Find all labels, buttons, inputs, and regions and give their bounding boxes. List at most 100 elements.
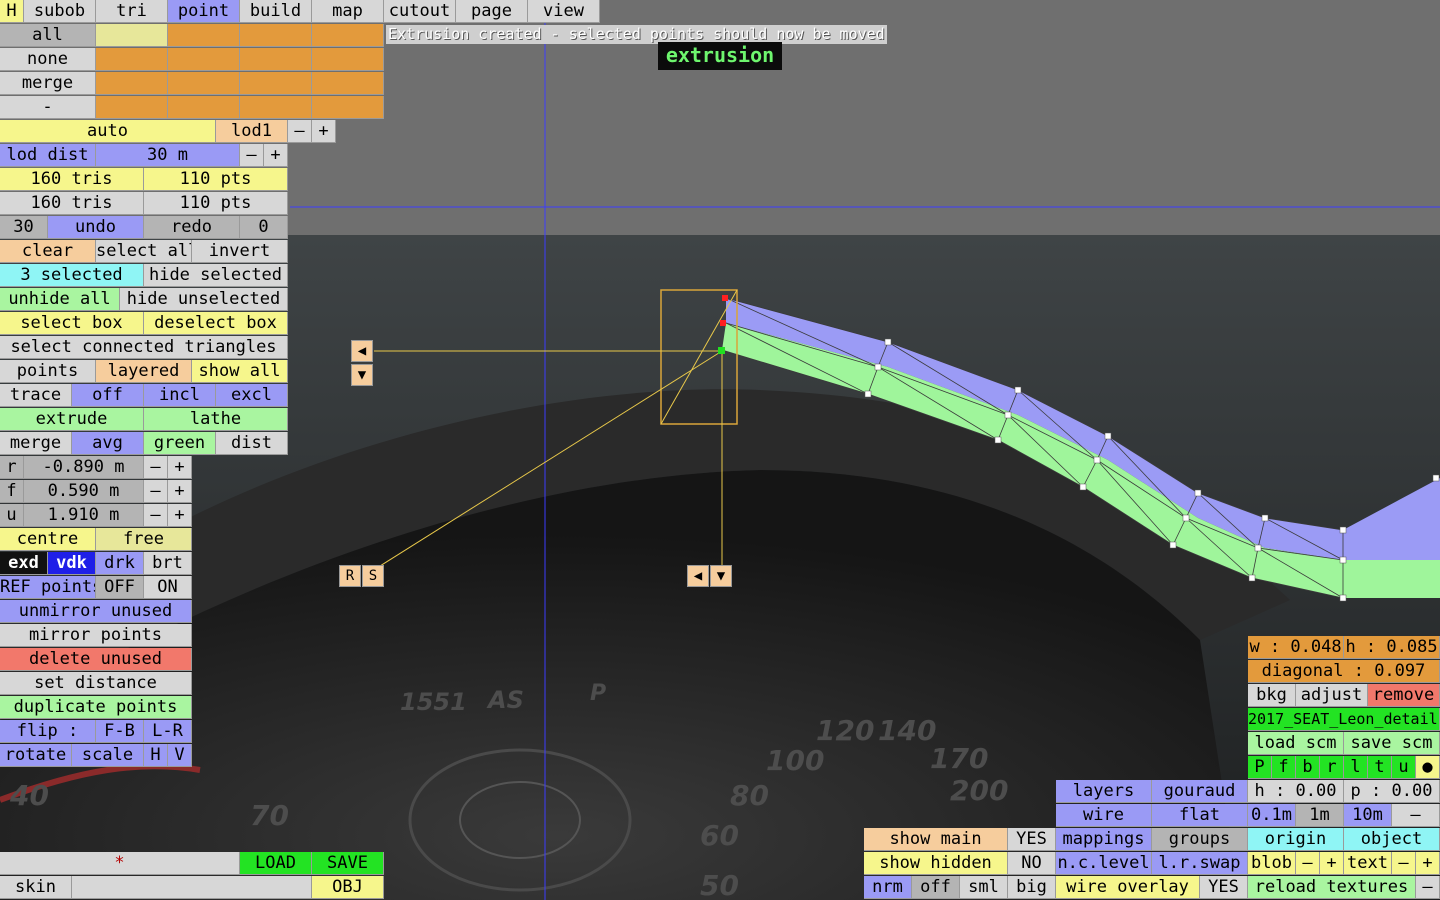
view-u-button[interactable]: u [1392,756,1416,779]
extrude-button[interactable]: extrude [0,408,144,431]
save-button[interactable]: SAVE [312,852,384,875]
swatch[interactable] [312,72,384,95]
axis-u-plus[interactable]: + [168,504,192,527]
axis-f-plus[interactable]: + [168,480,192,503]
swatch[interactable] [168,48,240,71]
lod-dist-value[interactable]: 30 m [96,144,240,167]
scale-h-button[interactable]: H [144,744,168,767]
trace-off-button[interactable]: off [72,384,144,407]
trace-incl-button[interactable]: incl [144,384,216,407]
text-plus[interactable]: + [1416,852,1440,875]
select-none-row[interactable]: none [0,48,96,71]
groups-button[interactable]: groups [1152,828,1248,851]
move-down-handle[interactable]: ▼ [710,565,732,587]
axis-r-plus[interactable]: + [168,456,192,479]
swatch[interactable] [240,48,312,71]
select-connected-button[interactable]: select connected triangles [0,336,288,359]
blob-plus[interactable]: + [1320,852,1344,875]
layered-toggle[interactable]: layered [96,360,192,383]
hide-selected-button[interactable]: hide selected [144,264,288,287]
points-toggle[interactable]: points [0,360,96,383]
merge-green-button[interactable]: green [144,432,216,455]
free-button[interactable]: free [96,528,192,551]
lod-auto-button[interactable]: auto [0,120,216,143]
step-01m-button[interactable]: 0.1m [1248,804,1296,827]
menu-build[interactable]: build [240,0,312,23]
set-distance-button[interactable]: set distance [0,672,192,695]
mappings-button[interactable]: mappings [1056,828,1152,851]
size-off-button[interactable]: off [912,876,960,899]
merge-avg-button[interactable]: avg [72,432,144,455]
size-big-button[interactable]: big [1008,876,1056,899]
mirror-points-button[interactable]: mirror points [0,624,192,647]
scale-v-button[interactable]: V [168,744,192,767]
swatch[interactable] [168,72,240,95]
lathe-button[interactable]: lathe [144,408,288,431]
show-all-toggle[interactable]: show all [192,360,288,383]
menu-map[interactable]: map [312,0,384,23]
save-scm-button[interactable]: save scm [1344,732,1440,755]
view-r-button[interactable]: r [1320,756,1344,779]
obj-button[interactable]: OBJ [312,876,384,899]
merge-button[interactable]: merge [0,432,72,455]
shade-brt-button[interactable]: brt [144,552,192,575]
scale-handle[interactable]: S [362,565,384,587]
adjust-button[interactable]: adjust [1296,684,1368,707]
origin-button[interactable]: origin [1248,828,1344,851]
rotate-handle[interactable]: R [339,565,361,587]
shade-drk-button[interactable]: drk [96,552,144,575]
select-all-row[interactable]: all [0,24,96,47]
view-b-button[interactable]: b [1296,756,1320,779]
swatch[interactable] [96,24,168,47]
load-button[interactable]: LOAD [240,852,312,875]
layers-button[interactable]: layers [1056,780,1152,803]
clear-button[interactable]: clear [0,240,96,263]
gouraud-button[interactable]: gouraud [1152,780,1248,803]
centre-button[interactable]: centre [0,528,96,551]
view-t-button[interactable]: t [1368,756,1392,779]
menu-point[interactable]: point [168,0,240,23]
menu-h[interactable]: H [0,0,24,23]
view-f-button[interactable]: f [1272,756,1296,779]
select-all-button[interactable]: select all [96,240,192,263]
reload-textures-button[interactable]: reload textures [1248,876,1416,899]
nc-level-button[interactable]: n.c.level [1056,852,1152,875]
menu-subob[interactable]: subob [24,0,96,23]
blob-minus[interactable]: – [1296,852,1320,875]
view-dot-button[interactable]: ● [1416,756,1440,779]
scale-button[interactable]: scale [72,744,144,767]
ref-off-button[interactable]: OFF [96,576,144,599]
duplicate-points-button[interactable]: duplicate points [0,696,192,719]
swatch[interactable] [240,24,312,47]
load-scm-button[interactable]: load scm [1248,732,1344,755]
selected-point[interactable] [722,295,728,301]
size-sml-button[interactable]: sml [960,876,1008,899]
axis-u-value[interactable]: 1.910 m [24,504,144,527]
shade-exd-button[interactable]: exd [0,552,48,575]
remove-button[interactable]: remove [1368,684,1440,707]
menu-page[interactable]: page [456,0,528,23]
hide-unselected-button[interactable]: hide unselected [120,288,288,311]
bkg-button[interactable]: bkg [1248,684,1296,707]
step-10m-button[interactable]: 10m [1344,804,1392,827]
view-p-button[interactable]: P [1248,756,1272,779]
size-nrm-button[interactable]: nrm [864,876,912,899]
axis-u-minus[interactable]: – [144,504,168,527]
menu-view[interactable]: view [528,0,600,23]
flat-button[interactable]: flat [1152,804,1248,827]
move-left-handle[interactable]: ◀ [687,565,709,587]
redo-button[interactable]: redo [144,216,240,239]
deselect-box-button[interactable]: deselect box [144,312,288,335]
lr-swap-button[interactable]: l.r.swap [1152,852,1248,875]
skin-field[interactable] [72,876,312,899]
swatch[interactable] [312,24,384,47]
shade-vdk-button[interactable]: vdk [48,552,96,575]
rotate-button[interactable]: rotate [0,744,72,767]
swatch[interactable] [96,48,168,71]
flip-fb-button[interactable]: F-B [96,720,144,743]
step-1m-button[interactable]: 1m [1296,804,1344,827]
step-minus-button[interactable]: – [1392,804,1440,827]
menu-tri[interactable]: tri [96,0,168,23]
move-down-handle[interactable]: ▼ [351,364,373,386]
skin-button[interactable]: skin [0,876,72,899]
